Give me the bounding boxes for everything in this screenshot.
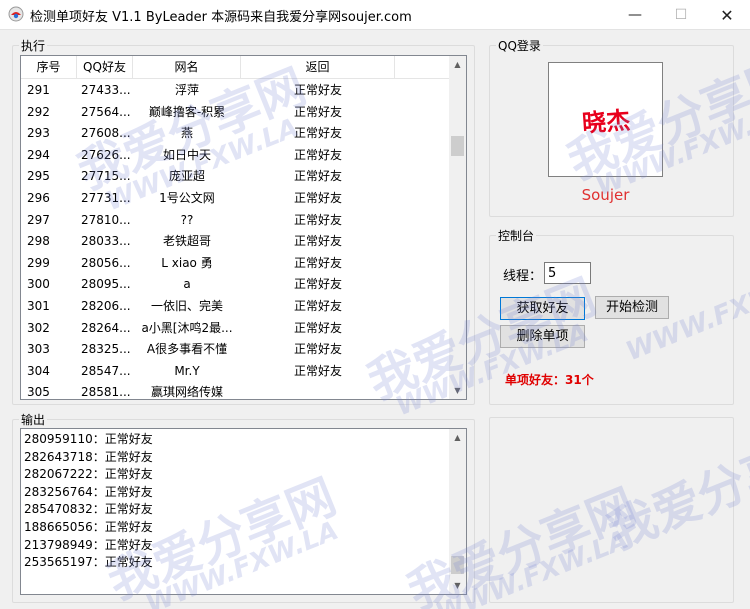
qq-nickname: Soujer [581, 186, 630, 204]
column-header-empty [395, 56, 451, 79]
start-check-button[interactable]: 开始检测 [595, 296, 669, 319]
output-log[interactable]: 280959110：正常好友 282643718：正常好友 282067222：… [20, 428, 467, 595]
log-line: 280959110：正常好友 [24, 432, 153, 446]
log-line: 213798949：正常好友 [24, 537, 153, 552]
output-group-legend: 输出 [21, 413, 46, 427]
table-row[interactable]: 294 27626... 如日中天 正常好友 [21, 145, 451, 167]
minimize-button[interactable]: — [612, 0, 658, 30]
table-row[interactable]: 303 28325... A很多事看不懂 正常好友 [21, 339, 451, 361]
table-row[interactable]: 301 28206... 一依旧、完美 正常好友 [21, 296, 451, 318]
column-header-name[interactable]: 网名 [133, 56, 241, 79]
output-scrollbar[interactable]: ▲ ▼ [449, 429, 466, 594]
list-scroll-thumb[interactable] [451, 136, 464, 156]
scroll-up-icon[interactable]: ▲ [449, 429, 466, 446]
log-line: 283256764：正常好友 [24, 484, 153, 499]
table-row[interactable]: 304 28547... Mr.Y 正常好友 [21, 361, 451, 383]
table-row[interactable]: 291 27433... 浮萍 正常好友 [21, 80, 451, 102]
table-row[interactable]: 299 28056... L xiao 勇正常好友 [21, 253, 451, 275]
title-bar: 检测单项好友 V1.1 ByLeader 本源码来自我爱分享网soujer.co… [0, 0, 750, 30]
scroll-up-icon[interactable]: ▲ [449, 56, 466, 73]
list-rows: 291 27433... 浮萍 正常好友 292 27564... 巅峰撸客-积累 正常好友… [21, 80, 451, 399]
log-line: 253565197：正常好友 [24, 555, 153, 570]
list-header: 序号 QQ好友 网名 返回 [21, 56, 451, 79]
friend-list[interactable]: 序号 QQ好友 网名 返回 291 27433... 浮萍 正常好友 292 27564… [20, 55, 467, 400]
log-line: 282067222：正常好友 [24, 467, 153, 482]
column-header-no[interactable]: 序号 [21, 56, 77, 79]
blank-group [489, 417, 734, 603]
table-row[interactable]: 302 28264... a小黑[沐鸣2最... 正常好友 [21, 318, 451, 340]
threads-label: 线程： [503, 269, 543, 284]
column-header-result[interactable]: 返回 [241, 56, 395, 79]
table-row[interactable]: 298 28033... 老铁超哥 正常好友 [21, 231, 451, 253]
qq-avatar: 晓杰 [548, 62, 663, 177]
table-row[interactable]: 297 27810...?? 正常好友 [21, 210, 451, 232]
table-row[interactable]: 305 28581... 赢琪网络传媒 [21, 382, 451, 399]
column-header-qq[interactable]: QQ好友 [77, 56, 133, 79]
single-friends-count: 单项好友：31个 [505, 373, 594, 387]
table-row[interactable]: 300 28095... a 正常好友 [21, 274, 451, 296]
exec-group-legend: 执行 [21, 39, 46, 53]
close-button[interactable]: ✕ [704, 0, 750, 30]
table-row[interactable]: 296 27731... 1号公文网 正常好友 [21, 188, 451, 210]
log-line: 282643718：正常好友 [24, 449, 153, 464]
list-scrollbar[interactable]: ▲ ▼ [449, 56, 466, 399]
table-row[interactable]: 293 27608... 燕正常好友 [21, 123, 451, 145]
avatar-text: 晓杰 [580, 106, 631, 138]
log-line: 285470832：正常好友 [24, 502, 153, 517]
console-legend: 控制台 [498, 229, 535, 243]
table-row[interactable]: 292 27564... 巅峰撸客-积累 正常好友 [21, 102, 451, 124]
get-friends-button[interactable]: 获取好友 [500, 297, 585, 320]
qq-login-legend: QQ登录 [498, 39, 541, 53]
maximize-button[interactable]: ☐ [658, 0, 704, 30]
scroll-down-icon[interactable]: ▼ [449, 382, 466, 399]
table-row[interactable]: 295 27715... 庞亚超 正常好友 [21, 166, 451, 188]
delete-single-button[interactable]: 删除单项 [500, 325, 585, 348]
window-title: 检测单项好友 V1.1 ByLeader 本源码来自我爱分享网soujer.co… [30, 10, 412, 25]
log-line: 188665056：正常好友 [24, 519, 153, 534]
scroll-down-icon[interactable]: ▼ [449, 577, 466, 594]
threads-input[interactable] [544, 262, 591, 284]
app-icon [8, 6, 24, 22]
output-scroll-thumb[interactable] [451, 556, 464, 574]
